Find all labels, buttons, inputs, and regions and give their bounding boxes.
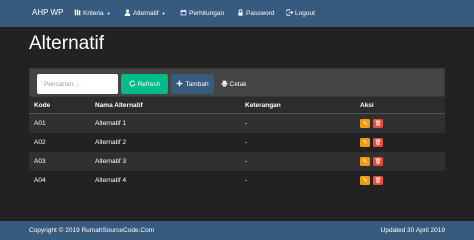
edit-icon: ✎: [362, 177, 368, 184]
user-icon: [124, 9, 131, 18]
delete-button[interactable]: 🗑: [373, 176, 383, 185]
edit-icon: ✎: [362, 120, 368, 127]
page-title: Alternatif: [29, 33, 104, 54]
trash-icon: 🗑: [374, 120, 382, 127]
nav-item-alternatif[interactable]: Alternatif ▼: [124, 9, 166, 18]
nav-item-perhitungan[interactable]: Perhitungan: [180, 9, 224, 18]
calendar-icon: [180, 9, 187, 18]
footer: Copyright © 2019 RumahSourceCode.Com Upd…: [0, 221, 474, 240]
refresh-icon: [129, 80, 136, 89]
trash-icon: 🗑: [374, 158, 382, 165]
table-row: A02 Alternatif 2 - ✎ 🗑: [29, 133, 445, 152]
print-button[interactable]: Cetak: [216, 74, 251, 94]
table-row: A04 Alternatif 4 - ✎ 🗑: [29, 171, 445, 190]
lock-icon: [237, 9, 244, 18]
nav-item-kriteria[interactable]: Kriteria ▼: [74, 9, 111, 18]
cell-keterangan: -: [245, 177, 248, 184]
cell-keterangan: -: [245, 120, 248, 127]
search-input[interactable]: [37, 74, 118, 94]
refresh-button[interactable]: Refresh: [121, 74, 168, 94]
delete-button[interactable]: 🗑: [373, 138, 383, 147]
cell-nama: Alternatif 1: [95, 120, 127, 127]
nav-item-logout[interactable]: Logout: [285, 9, 315, 18]
cell-keterangan: -: [245, 139, 248, 146]
edit-icon: ✎: [362, 158, 368, 165]
plus-icon: [176, 80, 183, 89]
edit-button[interactable]: ✎: [360, 157, 370, 166]
books-icon: [74, 9, 81, 18]
nav-item-label: Logout: [295, 10, 315, 17]
print-label: Cetak: [229, 80, 247, 88]
column-header-nama: Nama Alternatif: [95, 102, 143, 109]
table-header: Kode Nama Alternatif Keterangan Aksi: [29, 97, 445, 114]
footer-updated: Updated 30 April 2019: [380, 227, 445, 234]
cell-keterangan: -: [245, 158, 248, 165]
edit-button[interactable]: ✎: [360, 176, 370, 185]
brand-link[interactable]: AHP WP: [32, 8, 63, 17]
nav-item-label: Alternatif: [133, 10, 159, 17]
top-navbar: AHP WP Kriteria ▼ Alternatif ▼ Perhitung…: [0, 0, 474, 27]
cell-nama: Alternatif 2: [95, 139, 127, 146]
add-button[interactable]: Tambah: [171, 74, 214, 94]
nav-item-label: Perhitungan: [189, 10, 225, 17]
nav-item-label: Kriteria: [83, 10, 104, 17]
caret-down-icon: ▼: [106, 11, 111, 16]
footer-copyright: Copyright © 2019 RumahSourceCode.Com: [29, 227, 155, 234]
nav-item-password[interactable]: Password: [237, 9, 275, 18]
toolbar-panel: Refresh Tambah Cetak: [29, 68, 445, 97]
edit-button[interactable]: ✎: [360, 138, 370, 147]
add-label: Tambah: [185, 80, 209, 88]
delete-button[interactable]: 🗑: [373, 157, 383, 166]
table-row: A03 Alternatif 3 - ✎ 🗑: [29, 152, 445, 171]
print-icon: [221, 80, 228, 89]
column-header-aksi: Aksi: [360, 102, 374, 109]
cell-kode: A03: [34, 158, 46, 165]
caret-down-icon: ▼: [161, 11, 166, 16]
cell-kode: A04: [34, 177, 46, 184]
cell-nama: Alternatif 3: [95, 158, 127, 165]
refresh-label: Refresh: [137, 80, 161, 88]
trash-icon: 🗑: [374, 177, 382, 184]
edit-icon: ✎: [362, 139, 368, 146]
cell-nama: Alternatif 4: [95, 177, 127, 184]
cell-kode: A02: [34, 139, 46, 146]
alternatif-table: Kode Nama Alternatif Keterangan Aksi A01…: [29, 97, 445, 190]
delete-button[interactable]: 🗑: [373, 119, 383, 128]
cell-kode: A01: [34, 120, 46, 127]
edit-button[interactable]: ✎: [360, 119, 370, 128]
trash-icon: 🗑: [374, 139, 382, 146]
column-header-keterangan: Keterangan: [245, 102, 281, 109]
column-header-kode: Kode: [34, 102, 51, 109]
logout-icon: [285, 9, 294, 18]
table-row: A01 Alternatif 1 - ✎ 🗑: [29, 114, 445, 133]
nav-item-label: Password: [246, 10, 275, 17]
